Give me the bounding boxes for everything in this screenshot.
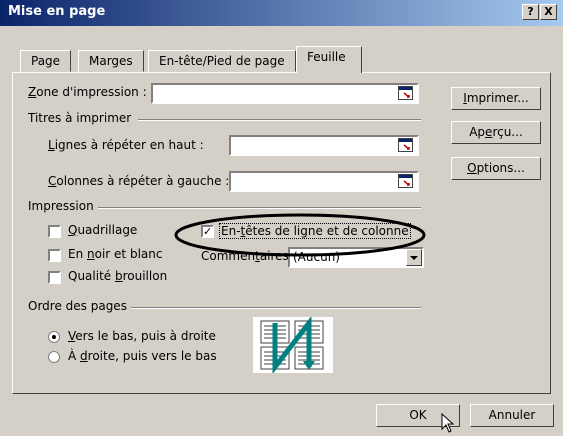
over-then-down-radio[interactable]: [48, 351, 60, 363]
print-area-field[interactable]: [151, 83, 419, 104]
page-order-preview-icon: [253, 317, 333, 373]
collapse-dialog-icon[interactable]: [398, 138, 413, 152]
down-then-over-radio[interactable]: [48, 331, 60, 343]
dialog-title: Mise en page: [8, 4, 106, 19]
feuille-panel: Zone d'impression : Titres à imprimer Li…: [12, 72, 551, 394]
options-button[interactable]: Options...: [451, 157, 541, 180]
titles-separator: [138, 119, 421, 121]
highlight-ellipse: [174, 213, 426, 257]
gridlines-checkbox[interactable]: [48, 225, 61, 238]
over-then-down-label: À droite, puis vers le bas: [68, 349, 217, 363]
collapse-dialog-icon[interactable]: [398, 174, 413, 188]
rows-repeat-field[interactable]: [229, 135, 419, 156]
titles-heading: Titres à imprimer: [28, 111, 132, 125]
draft-quality-label: Qualité brouillon: [68, 269, 168, 283]
cols-repeat-label: Colonnes à répéter à gauche :: [48, 174, 230, 188]
tab-page[interactable]: Page: [20, 50, 72, 72]
collapse-dialog-icon[interactable]: [398, 86, 413, 100]
tab-feuille[interactable]: Feuille: [296, 46, 362, 73]
close-button[interactable]: X: [540, 4, 557, 20]
page-order-separator: [131, 307, 421, 309]
help-button[interactable]: ?: [522, 4, 539, 20]
gridlines-label: Quadrillage: [68, 223, 138, 237]
black-white-label: En noir et blanc: [68, 247, 163, 261]
printing-separator: [98, 207, 421, 209]
preview-button[interactable]: Aperçu...: [451, 121, 541, 144]
cols-repeat-field[interactable]: [229, 171, 419, 192]
tab-marges[interactable]: Marges: [78, 50, 144, 72]
mouse-cursor-icon: [441, 413, 455, 433]
printing-heading: Impression: [28, 199, 94, 213]
page-setup-dialog: Mise en page ? X Page Marges En-tête/Pie…: [0, 0, 563, 436]
page-order-heading: Ordre des pages: [28, 299, 127, 313]
print-button[interactable]: Imprimer...: [451, 87, 541, 110]
cancel-button[interactable]: Annuler: [470, 404, 554, 427]
draft-quality-checkbox[interactable]: [48, 271, 61, 284]
rows-repeat-label: Lignes à répéter en haut :: [48, 138, 204, 152]
black-white-checkbox[interactable]: [48, 249, 61, 262]
print-area-label: Zone d'impression :: [28, 85, 147, 99]
tab-entete-pied[interactable]: En-tête/Pied de page: [148, 50, 296, 72]
down-then-over-label: Vers le bas, puis à droite: [68, 329, 216, 343]
title-bar: Mise en page ? X: [0, 0, 563, 26]
